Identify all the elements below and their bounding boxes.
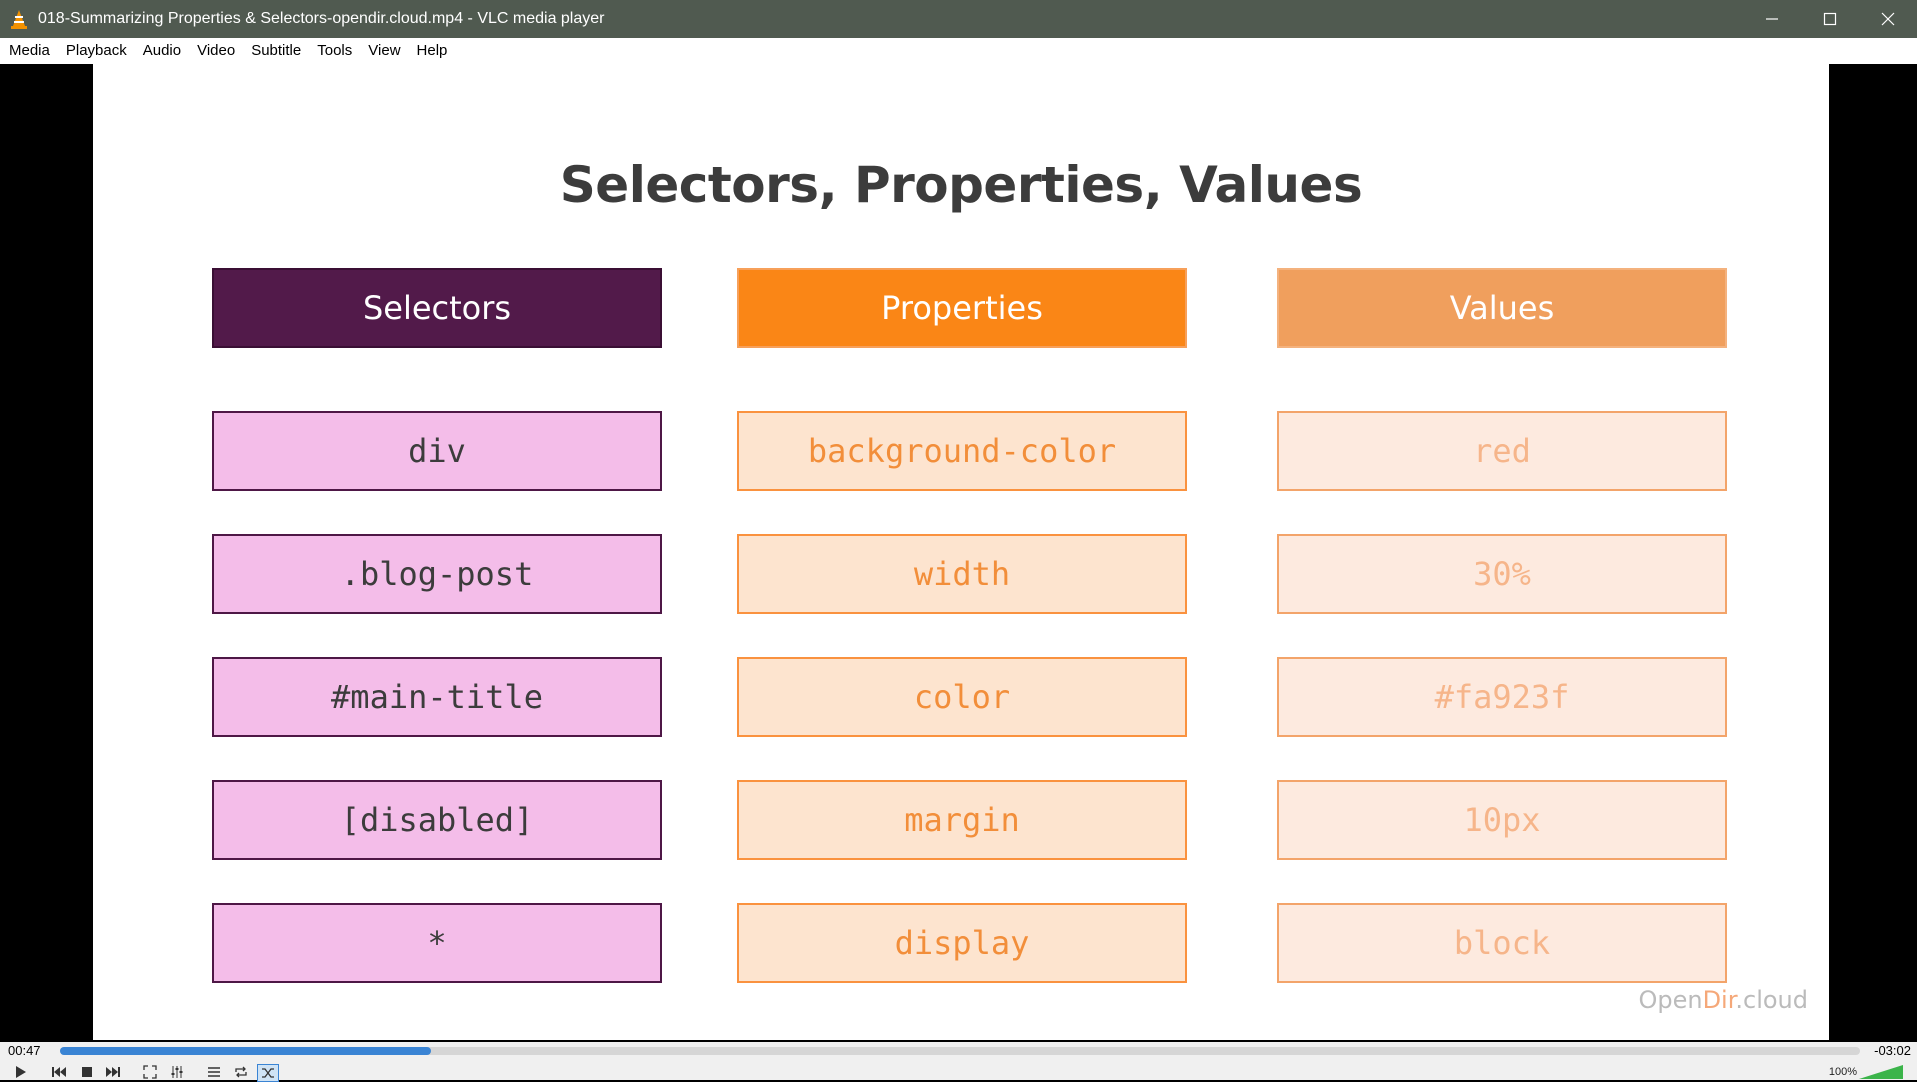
next-button[interactable] bbox=[103, 1064, 123, 1080]
window-title-bar: 018-Summarizing Properties & Selectors-o… bbox=[0, 0, 1917, 38]
watermark-part: Dir bbox=[1702, 986, 1736, 1014]
fullscreen-button[interactable] bbox=[140, 1064, 160, 1080]
shuffle-button[interactable] bbox=[257, 1064, 279, 1082]
menu-media[interactable]: Media bbox=[0, 38, 58, 64]
selector-cell: * bbox=[212, 903, 662, 983]
extended-settings-icon bbox=[171, 1066, 183, 1078]
next-icon bbox=[106, 1067, 120, 1077]
value-cell: #fa923f bbox=[1277, 657, 1727, 737]
value-cell: 10px bbox=[1277, 780, 1727, 860]
volume-level: 100% bbox=[1828, 1066, 1857, 1078]
volume-slider[interactable] bbox=[1859, 1065, 1903, 1079]
extended-settings-button[interactable] bbox=[167, 1064, 187, 1080]
maximize-icon bbox=[1823, 12, 1837, 26]
seek-progress bbox=[60, 1047, 431, 1055]
menu-subtitle[interactable]: Subtitle bbox=[243, 38, 309, 64]
loop-icon bbox=[235, 1066, 247, 1078]
property-cell: margin bbox=[737, 780, 1187, 860]
minimize-button[interactable] bbox=[1743, 0, 1801, 38]
player-controls: 00:47 -03:02 100% bbox=[0, 1042, 1917, 1082]
watermark-part: .cloud bbox=[1735, 986, 1808, 1014]
value-cell: 30% bbox=[1277, 534, 1727, 614]
values-header: Values bbox=[1277, 268, 1727, 348]
menu-playback[interactable]: Playback bbox=[58, 38, 135, 64]
menu-view[interactable]: View bbox=[360, 38, 408, 64]
close-button[interactable] bbox=[1859, 0, 1917, 38]
value-cell: block bbox=[1277, 903, 1727, 983]
property-cell: display bbox=[737, 903, 1187, 983]
playlist-icon bbox=[208, 1067, 220, 1077]
maximize-button[interactable] bbox=[1801, 0, 1859, 38]
vlc-cone-icon bbox=[11, 10, 27, 29]
previous-icon bbox=[52, 1067, 66, 1077]
selectors-header: Selectors bbox=[212, 268, 662, 348]
fullscreen-icon bbox=[143, 1065, 157, 1079]
properties-header: Properties bbox=[737, 268, 1187, 348]
menu-tools[interactable]: Tools bbox=[309, 38, 360, 64]
slide-frame: Selectors, Properties, Values Selectors … bbox=[93, 64, 1829, 1040]
selector-cell: #main-title bbox=[212, 657, 662, 737]
time-remaining[interactable]: -03:02 bbox=[1874, 1043, 1911, 1058]
watermark-part: Open bbox=[1638, 986, 1703, 1014]
menu-bar: Media Playback Audio Video Subtitle Tool… bbox=[0, 38, 1917, 64]
property-cell: background-color bbox=[737, 411, 1187, 491]
loop-button[interactable] bbox=[231, 1064, 251, 1080]
playlist-button[interactable] bbox=[204, 1064, 224, 1080]
minimize-icon bbox=[1766, 18, 1778, 20]
property-cell: color bbox=[737, 657, 1187, 737]
stop-button[interactable] bbox=[77, 1064, 97, 1080]
time-elapsed[interactable]: 00:47 bbox=[8, 1043, 41, 1058]
window-title: 018-Summarizing Properties & Selectors-o… bbox=[38, 10, 605, 27]
watermark: OpenDir.cloud bbox=[1638, 986, 1808, 1014]
menu-audio[interactable]: Audio bbox=[135, 38, 189, 64]
menu-video[interactable]: Video bbox=[189, 38, 243, 64]
property-cell: width bbox=[737, 534, 1187, 614]
value-cell: red bbox=[1277, 411, 1727, 491]
selector-cell: .blog-post bbox=[212, 534, 662, 614]
selector-cell: div bbox=[212, 411, 662, 491]
play-icon bbox=[16, 1066, 26, 1078]
menu-help[interactable]: Help bbox=[409, 38, 456, 64]
seek-bar[interactable] bbox=[60, 1047, 1860, 1055]
close-icon bbox=[1881, 12, 1895, 26]
selector-cell: [disabled] bbox=[212, 780, 662, 860]
video-area[interactable]: Selectors, Properties, Values Selectors … bbox=[0, 64, 1917, 1042]
previous-button[interactable] bbox=[49, 1064, 69, 1080]
play-button[interactable] bbox=[8, 1064, 32, 1080]
stop-icon bbox=[82, 1067, 92, 1077]
slide-title: Selectors, Properties, Values bbox=[559, 156, 1363, 214]
shuffle-icon bbox=[262, 1068, 274, 1078]
